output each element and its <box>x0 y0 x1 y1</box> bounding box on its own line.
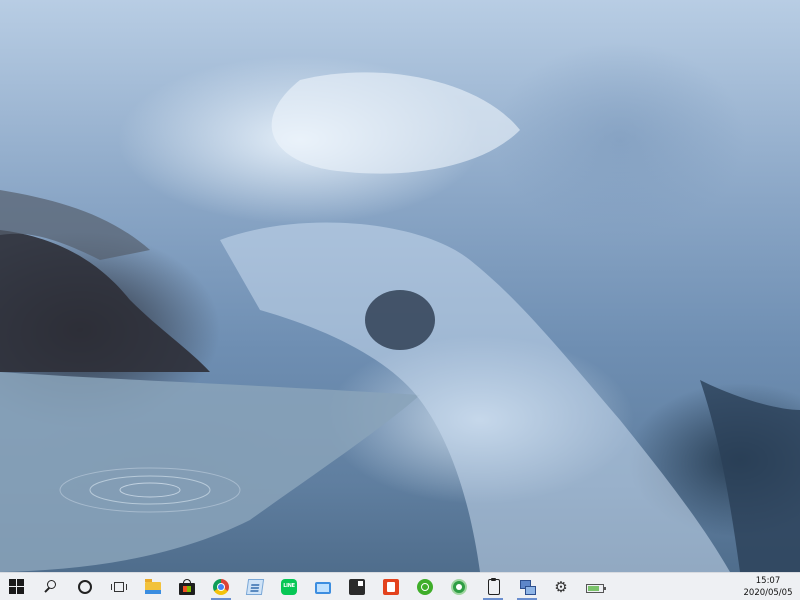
system-clock[interactable]: 15:07 2020/05/05 <box>742 573 794 601</box>
office-button[interactable] <box>374 573 408 600</box>
notes-app-button[interactable] <box>238 573 272 600</box>
search-button[interactable] <box>34 573 68 600</box>
gear-icon: ⚙ <box>554 577 568 596</box>
chrome-icon <box>213 578 229 595</box>
battery-icon <box>586 584 606 593</box>
remote-desktop-button[interactable] <box>306 573 340 600</box>
desktop-wallpaper <box>0 0 800 572</box>
folder-icon <box>145 579 161 594</box>
line-app-button[interactable] <box>272 573 306 600</box>
green-ring-icon <box>451 578 467 595</box>
microsoft-store-button[interactable] <box>170 573 204 600</box>
remote-desktop-icon <box>315 581 331 594</box>
green-circle-icon <box>417 578 433 595</box>
chrome-button[interactable] <box>204 573 238 600</box>
green-app-2-button[interactable] <box>442 573 476 600</box>
cortana-circle-icon <box>77 579 93 595</box>
battery-app-button[interactable] <box>578 573 612 600</box>
ice-cave-image <box>0 72 800 572</box>
clipboard-icon <box>488 577 500 595</box>
line-chat-icon <box>281 578 297 595</box>
windows-logo-icon <box>9 578 25 595</box>
clock-date: 2020/05/05 <box>743 588 793 598</box>
file-explorer-button[interactable] <box>136 573 170 600</box>
store-bag-icon <box>179 578 195 595</box>
office-icon <box>383 578 399 595</box>
task-view-button[interactable] <box>102 573 136 600</box>
sticky-notes-button[interactable] <box>340 573 374 600</box>
network-app-button[interactable] <box>510 573 544 600</box>
start-button[interactable] <box>0 573 34 600</box>
clipboard-button[interactable] <box>476 573 510 600</box>
sticky-note-icon <box>349 578 365 595</box>
network-icon <box>519 579 536 595</box>
taskbar: ⚙ 15:07 2020/05/05 <box>0 572 800 600</box>
cortana-button[interactable] <box>68 573 102 600</box>
settings-button[interactable]: ⚙ <box>544 573 578 600</box>
clock-time: 15:07 <box>755 576 781 586</box>
search-icon <box>43 579 59 595</box>
green-app-button[interactable] <box>408 573 442 600</box>
document-icon <box>245 578 265 595</box>
task-view-icon <box>111 579 127 595</box>
